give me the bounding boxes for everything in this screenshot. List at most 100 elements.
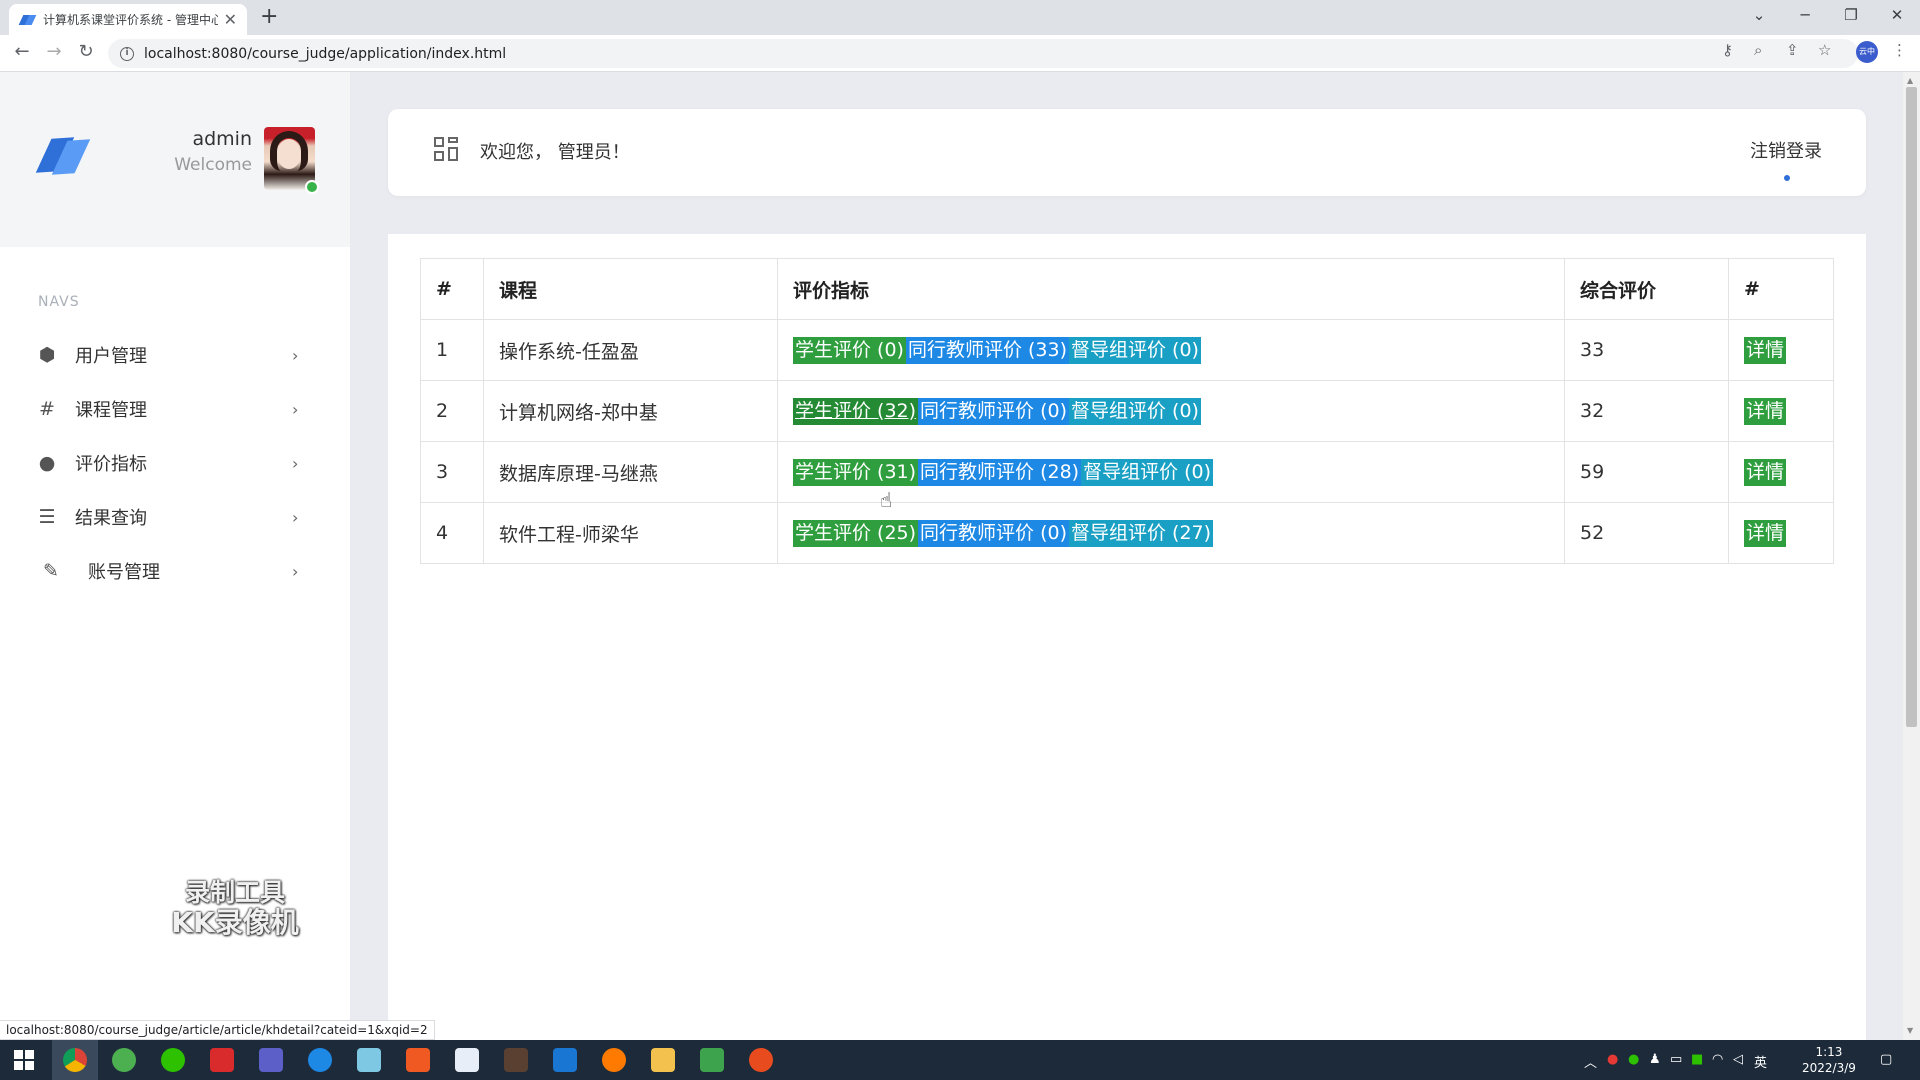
address-bar[interactable]: i localhost:8080/course_judge/applicatio… — [108, 39, 1858, 68]
detail-button[interactable]: 详情 — [1744, 458, 1787, 486]
detail-button[interactable]: 详情 — [1744, 336, 1787, 364]
dashboard-grid-icon[interactable] — [434, 137, 458, 161]
link-status-bubble: localhost:8080/course_judge/article/arti… — [0, 1020, 435, 1040]
recorder-app-icon[interactable] — [749, 1048, 773, 1072]
detail-button[interactable]: 详情 — [1744, 397, 1787, 425]
editor-app-icon[interactable] — [406, 1048, 430, 1072]
chrome-app-icon[interactable] — [63, 1048, 87, 1072]
table-row: 2 计算机网络-郑中基 学生评价 (32) 同行教师评价 (0) 督导组评价 (0)… — [420, 380, 1834, 442]
peer-evaluation-link[interactable]: 同行教师评价 (0) — [918, 397, 1070, 425]
spreadsheet-app-icon[interactable] — [700, 1048, 724, 1072]
welcome-message: 欢迎您， 管理员！ — [480, 142, 630, 163]
wps-app-icon[interactable] — [210, 1048, 234, 1072]
document-app-icon[interactable] — [553, 1048, 577, 1072]
profile-avatar[interactable]: 云中 — [1856, 41, 1878, 63]
indicator-bar: 学生评价 (0) 同行教师评价 (33) 督导组评价 (0) — [793, 336, 1201, 364]
network-app-icon[interactable] — [455, 1048, 479, 1072]
tray-device-icon[interactable]: ▭ — [1670, 1052, 1682, 1067]
password-key-icon[interactable]: ⚷ — [1722, 41, 1733, 59]
photos-app-icon[interactable] — [259, 1048, 283, 1072]
zoom-icon[interactable]: ⌕ — [1754, 41, 1762, 59]
site-favicon-icon — [18, 12, 37, 28]
peer-evaluation-link[interactable]: 同行教师评价 (0) — [918, 519, 1070, 547]
file-explorer-icon[interactable] — [651, 1048, 675, 1072]
wechat-app-icon[interactable] — [161, 1048, 185, 1072]
notification-center-icon[interactable]: ▢ — [1880, 1052, 1892, 1067]
app-logo-icon[interactable] — [35, 132, 91, 178]
sidebar-item-result-query[interactable]: ☰ 结果查询 › — [0, 492, 350, 542]
tray-network-icon[interactable]: ◠ — [1712, 1052, 1723, 1067]
indicator-cell: 学生评价 (31) 同行教师评价 (28) 督导组评价 (0) — [777, 441, 1565, 503]
tab-close-icon[interactable]: ✕ — [224, 10, 237, 29]
course-name: 数据库原理-马继燕 — [483, 441, 778, 503]
scroll-up-arrow-icon[interactable]: ▲ — [1907, 76, 1913, 85]
tray-wechat-icon[interactable]: ● — [1628, 1052, 1639, 1067]
column-header-index: # — [420, 258, 484, 320]
tray-overflow-chevron-icon[interactable]: ︿ — [1584, 1052, 1597, 1071]
os-taskbar: ︿ ● ● ♟ ▭ ■ ◠ ◁ 英 1:13 2022/3/9 ▢ — [0, 1040, 1920, 1080]
clock-date: 2022/3/9 — [1802, 1061, 1856, 1075]
scrollbar-thumb[interactable] — [1906, 87, 1917, 727]
page-scrollbar[interactable]: ▲ ▼ — [1903, 72, 1920, 1040]
circle-icon: ● — [38, 452, 56, 474]
tray-security-icon[interactable]: ● — [1607, 1052, 1618, 1067]
back-arrow-icon[interactable]: ← — [10, 41, 34, 62]
browser-tab[interactable]: 计算机系课堂评价系统 - 管理中心 ✕ — [9, 4, 247, 35]
window-close-button[interactable]: ✕ — [1874, 0, 1920, 30]
chevron-right-icon: › — [292, 507, 299, 527]
supervisor-evaluation-link[interactable]: 督导组评价 (0) — [1069, 336, 1201, 364]
ime-indicator[interactable]: 英 — [1754, 1052, 1767, 1071]
peer-evaluation-link[interactable]: 同行教师评价 (28) — [918, 458, 1082, 486]
student-evaluation-link[interactable]: 学生评价 (25) — [793, 519, 919, 547]
notes-app-icon[interactable] — [357, 1048, 381, 1072]
course-name: 软件工程-师梁华 — [483, 502, 778, 564]
sidebar-item-evaluation-index[interactable]: ● 评价指标 › — [0, 438, 350, 488]
tray-app-icon[interactable]: ■ — [1691, 1052, 1703, 1067]
restore-button[interactable]: ❐ — [1828, 0, 1874, 30]
logout-link[interactable]: 注销登录 — [1750, 137, 1822, 163]
sidebar-item-course-management[interactable]: # 课程管理 › — [0, 384, 350, 434]
site-info-icon[interactable]: i — [120, 46, 134, 61]
overall-score: 33 — [1564, 319, 1729, 381]
peer-evaluation-link[interactable]: 同行教师评价 (33) — [905, 336, 1070, 364]
table-row: 3 数据库原理-马继燕 学生评价 (31) 同行教师评价 (28) 督导组评价 (0… — [420, 441, 1834, 503]
top-header: 欢迎您， 管理员！ 注销登录 — [388, 109, 1866, 196]
game-app-icon[interactable] — [504, 1048, 528, 1072]
tray-volume-icon[interactable]: ◁ — [1733, 1052, 1743, 1067]
recorder-watermark: 录制工具 KK录像机 — [160, 878, 310, 938]
supervisor-evaluation-link[interactable]: 督导组评价 (27) — [1069, 519, 1214, 547]
indicator-bar: 学生评价 (31) 同行教师评价 (28) 督导组评价 (0) — [793, 458, 1214, 486]
sidebar-item-label: 评价指标 — [75, 454, 147, 475]
magnifier-app-icon[interactable] — [602, 1048, 626, 1072]
supervisor-evaluation-link[interactable]: 督导组评价 (0) — [1081, 458, 1214, 486]
search-app-icon[interactable] — [308, 1048, 332, 1072]
share-icon[interactable]: ⇪ — [1786, 41, 1799, 59]
forward-arrow-icon[interactable]: → — [42, 41, 66, 62]
detail-button[interactable]: 详情 — [1744, 519, 1787, 547]
chevron-right-icon: › — [292, 399, 299, 419]
page-viewport: admin Welcome NAVS ⬢ 用户管理 › # 课程管理 › ● 评… — [0, 72, 1903, 1040]
minimize-button[interactable]: ─ — [1782, 0, 1828, 30]
supervisor-evaluation-link[interactable]: 督导组评价 (0) — [1069, 397, 1201, 425]
sidebar-item-account-management[interactable]: ✎ 账号管理 › — [0, 546, 350, 596]
tab-search-chevron-icon[interactable]: ⌄ — [1736, 0, 1782, 30]
browser-app-icon[interactable] — [112, 1048, 136, 1072]
tray-qq-icon[interactable]: ♟ — [1649, 1052, 1661, 1067]
chevron-right-icon: › — [292, 345, 299, 365]
bookmark-star-icon[interactable]: ☆ — [1818, 41, 1831, 59]
overall-score: 52 — [1564, 502, 1729, 564]
navs-heading: NAVS — [38, 294, 80, 310]
row-index: 2 — [420, 380, 484, 442]
student-evaluation-link[interactable]: 学生评价 (32) — [793, 397, 919, 425]
reload-icon[interactable]: ↻ — [74, 41, 98, 62]
new-tab-button[interactable]: + — [260, 4, 278, 30]
student-evaluation-link[interactable]: 学生评价 (31) — [793, 458, 919, 486]
sidebar-item-label: 用户管理 — [75, 346, 147, 367]
browser-menu-icon[interactable]: ⋮ — [1892, 41, 1907, 59]
sidebar-item-user-management[interactable]: ⬢ 用户管理 › — [0, 330, 350, 380]
scroll-down-arrow-icon[interactable]: ▼ — [1907, 1026, 1913, 1035]
windows-start-icon[interactable] — [14, 1050, 34, 1070]
taskbar-clock[interactable]: 1:13 2022/3/9 — [1802, 1044, 1856, 1076]
chevron-right-icon: › — [292, 453, 299, 473]
student-evaluation-link[interactable]: 学生评价 (0) — [793, 336, 906, 364]
